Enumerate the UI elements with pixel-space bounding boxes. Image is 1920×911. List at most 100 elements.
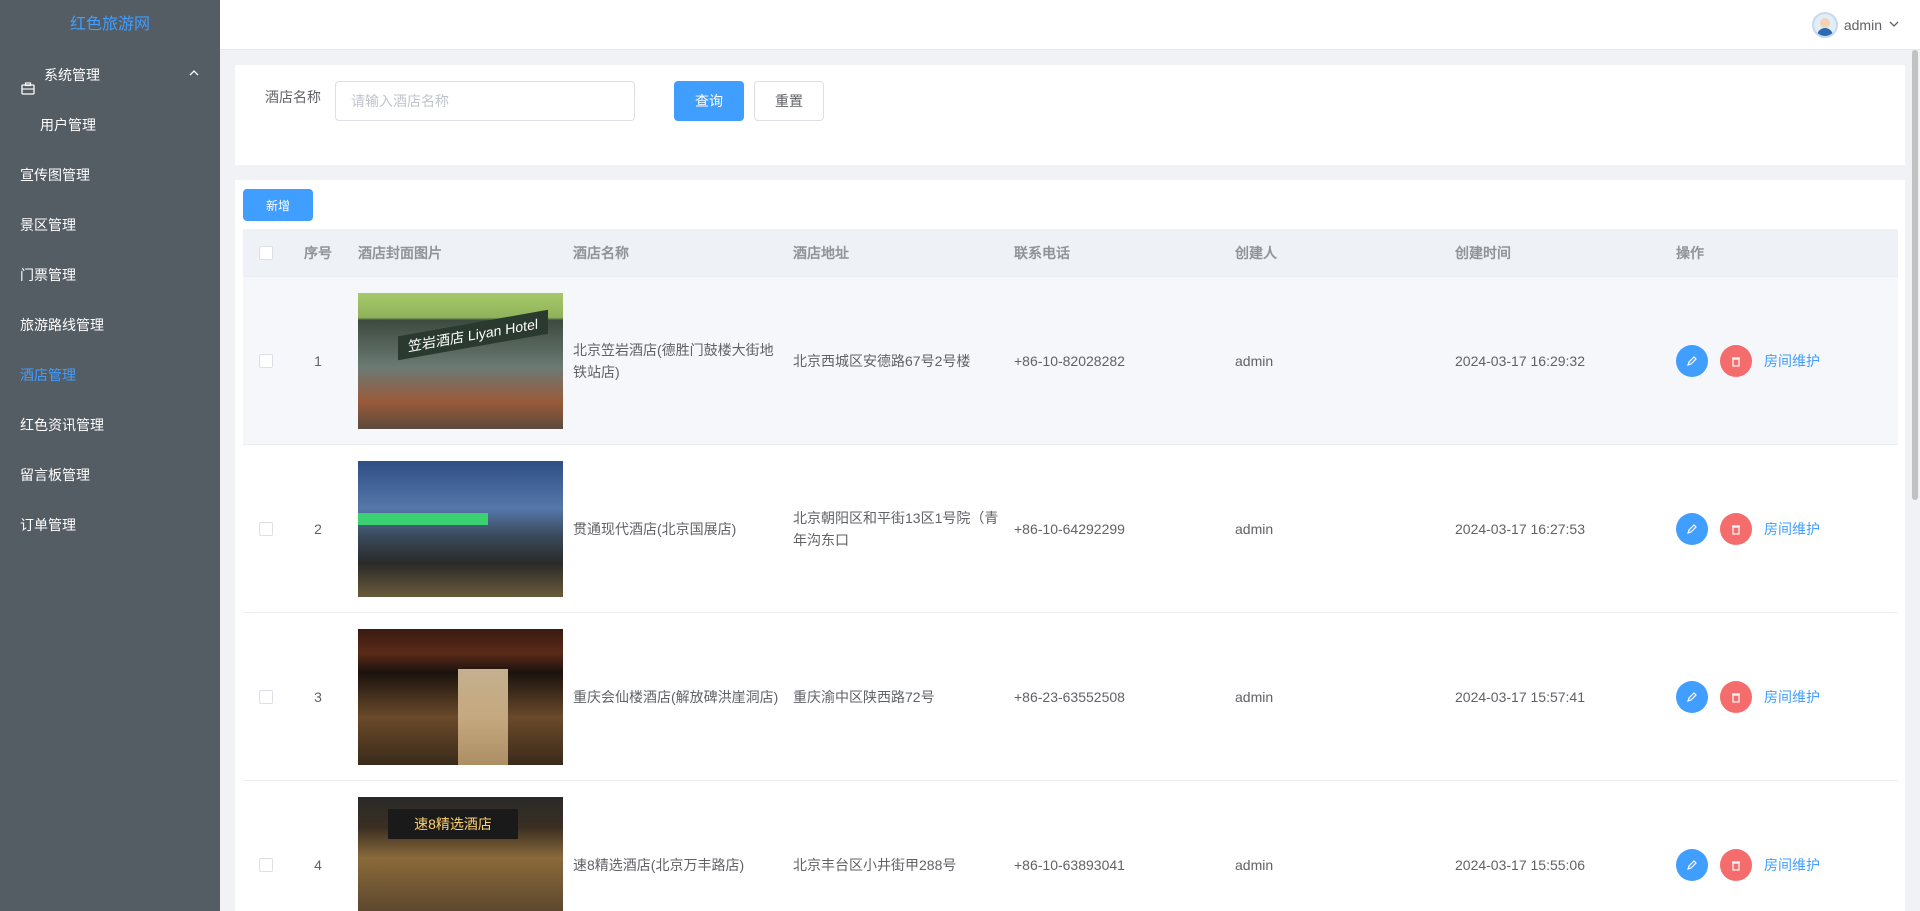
hotel-created-time: 2024-03-17 15:55:06 (1455, 856, 1585, 873)
sidebar-item-news[interactable]: 红色资讯管理 (0, 400, 220, 450)
table-row: 3 重庆会仙楼酒店(解放碑洪崖洞店) 重庆渝中区陕西路72号 +86-23-63… (243, 613, 1898, 781)
room-maintenance-link[interactable]: 房间维护 (1764, 351, 1820, 371)
avatar (1811, 12, 1838, 38)
hotel-created-time: 2024-03-17 15:57:41 (1455, 688, 1585, 705)
row-checkbox[interactable] (258, 353, 273, 368)
column-header: 酒店地址 (793, 244, 849, 261)
edit-button[interactable] (1676, 848, 1708, 881)
reset-button[interactable]: 重置 (754, 81, 824, 121)
trash-icon (1732, 356, 1740, 367)
sidebar-item-tickets[interactable]: 门票管理 (0, 250, 220, 300)
edit-button[interactable] (1676, 680, 1708, 713)
edit-button[interactable] (1676, 512, 1708, 545)
hotel-address: 北京丰台区小井街甲288号 (793, 856, 957, 873)
edit-icon (1687, 691, 1697, 702)
main-content: 酒店名称 查询 重置 新增 序号 酒店封面图片 酒店名称 酒店地址 联系电话 创… (220, 50, 1920, 911)
sidebar-item-label: 订单管理 (20, 517, 76, 533)
delete-button[interactable] (1720, 344, 1752, 377)
hotel-creator: admin (1235, 856, 1274, 873)
user-menu[interactable]: admin (1811, 12, 1900, 38)
hotel-phone: +86-10-64292299 (1014, 520, 1125, 537)
sidebar-item-label: 门票管理 (20, 267, 76, 283)
sidebar-item-label: 酒店管理 (20, 367, 76, 383)
hotel-address: 北京西城区安德路67号2号楼 (793, 352, 971, 369)
hotel-name-input[interactable] (335, 81, 635, 121)
hotel-creator: admin (1235, 352, 1274, 369)
hotel-created-time: 2024-03-17 16:27:53 (1455, 520, 1585, 537)
sidebar-item-users[interactable]: 用户管理 (0, 100, 220, 150)
hotel-cover-image[interactable] (358, 460, 563, 597)
sidebar-item-label: 红色资讯管理 (20, 417, 104, 433)
sidebar-item-label: 景区管理 (20, 217, 76, 233)
hotel-sign-text: 速8精选酒店 (388, 808, 518, 839)
trash-icon (1732, 860, 1740, 871)
briefcase-icon (20, 67, 36, 95)
select-all-checkbox[interactable] (258, 245, 273, 260)
hotel-name: 贯通现代酒店(北京国展店) (573, 520, 737, 537)
hotel-created-time: 2024-03-17 16:29:32 (1455, 352, 1585, 369)
row-index: 3 (314, 688, 322, 705)
search-panel: 酒店名称 查询 重置 (235, 65, 1905, 165)
room-maintenance-link[interactable]: 房间维护 (1764, 855, 1820, 875)
row-checkbox[interactable] (258, 521, 273, 536)
hotel-address: 北京朝阳区和平街13区1号院（青年沟东口 (793, 509, 999, 548)
edit-icon (1687, 355, 1697, 366)
sidebar-item-banners[interactable]: 宣传图管理 (0, 150, 220, 200)
hotel-name: 速8精选酒店(北京万丰路店) (573, 856, 745, 873)
hotel-phone: +86-10-63893041 (1014, 856, 1125, 873)
sidebar-item-label: 旅游路线管理 (20, 317, 104, 333)
sidebar-item-scenic[interactable]: 景区管理 (0, 200, 220, 250)
hotel-table: 序号 酒店封面图片 酒店名称 酒店地址 联系电话 创建人 创建时间 操作 1 笠… (243, 229, 1898, 911)
row-index: 4 (314, 856, 322, 873)
hotel-creator: admin (1235, 688, 1274, 705)
delete-button[interactable] (1720, 512, 1752, 545)
row-index: 1 (314, 352, 322, 369)
hotel-address: 重庆渝中区陕西路72号 (793, 688, 935, 705)
column-header: 创建人 (1235, 244, 1277, 261)
table-row: 4 速8精选酒店 速8精选酒店(北京万丰路店) 北京丰台区小井街甲288号 +8… (243, 781, 1898, 911)
row-checkbox[interactable] (258, 689, 273, 704)
sidebar-item-orders[interactable]: 订单管理 (0, 500, 220, 550)
delete-button[interactable] (1720, 680, 1752, 713)
username: admin (1843, 17, 1882, 33)
sidebar: 红色旅游网 系统管理 用户管理 宣传图管理 景区管理 门票管理 旅游路线管理 酒… (0, 0, 220, 911)
hotel-cover-image[interactable]: 笠岩酒店 Liyan Hotel (358, 292, 563, 429)
sidebar-item-system[interactable]: 系统管理 (0, 50, 220, 100)
sidebar-item-routes[interactable]: 旅游路线管理 (0, 300, 220, 350)
column-header: 创建时间 (1455, 244, 1511, 261)
search-button[interactable]: 查询 (674, 81, 744, 121)
sidebar-item-messages[interactable]: 留言板管理 (0, 450, 220, 500)
top-header: admin (220, 0, 1920, 50)
column-header: 酒店封面图片 (358, 244, 442, 261)
sidebar-item-label: 留言板管理 (20, 467, 90, 483)
hotel-name: 北京笠岩酒店(德胜门鼓楼大街地铁站店) (573, 341, 774, 380)
row-checkbox[interactable] (258, 857, 273, 872)
add-button[interactable]: 新增 (243, 189, 313, 221)
app-logo-title[interactable]: 红色旅游网 (0, 0, 220, 50)
hotel-name: 重庆会仙楼酒店(解放碑洪崖洞店) (573, 688, 779, 705)
edit-icon (1687, 523, 1697, 534)
sidebar-item-hotels[interactable]: 酒店管理 (0, 350, 220, 400)
row-index: 2 (314, 520, 322, 537)
hotel-cover-image[interactable] (358, 628, 563, 765)
hotel-cover-image[interactable]: 速8精选酒店 (358, 796, 563, 911)
trash-icon (1732, 524, 1740, 535)
table-row: 2 贯通现代酒店(北京国展店) 北京朝阳区和平街13区1号院（青年沟东口 +86… (243, 445, 1898, 613)
vertical-scrollbar[interactable] (1912, 50, 1918, 500)
hotel-phone: +86-23-63552508 (1014, 688, 1125, 705)
chevron-down-icon (1888, 17, 1900, 33)
column-header: 序号 (304, 244, 332, 261)
room-maintenance-link[interactable]: 房间维护 (1764, 687, 1820, 707)
hotel-name-label: 酒店名称 (265, 89, 321, 105)
sidebar-item-label: 系统管理 (44, 67, 100, 83)
sidebar-item-label: 宣传图管理 (20, 167, 90, 183)
trash-icon (1732, 692, 1740, 703)
delete-button[interactable] (1720, 848, 1752, 881)
column-header: 联系电话 (1014, 244, 1070, 261)
room-maintenance-link[interactable]: 房间维护 (1764, 519, 1820, 539)
edit-icon (1687, 859, 1697, 870)
sidebar-item-label: 用户管理 (40, 117, 96, 133)
column-header: 操作 (1676, 244, 1704, 261)
edit-button[interactable] (1676, 344, 1708, 377)
hotel-phone: +86-10-82028282 (1014, 352, 1125, 369)
